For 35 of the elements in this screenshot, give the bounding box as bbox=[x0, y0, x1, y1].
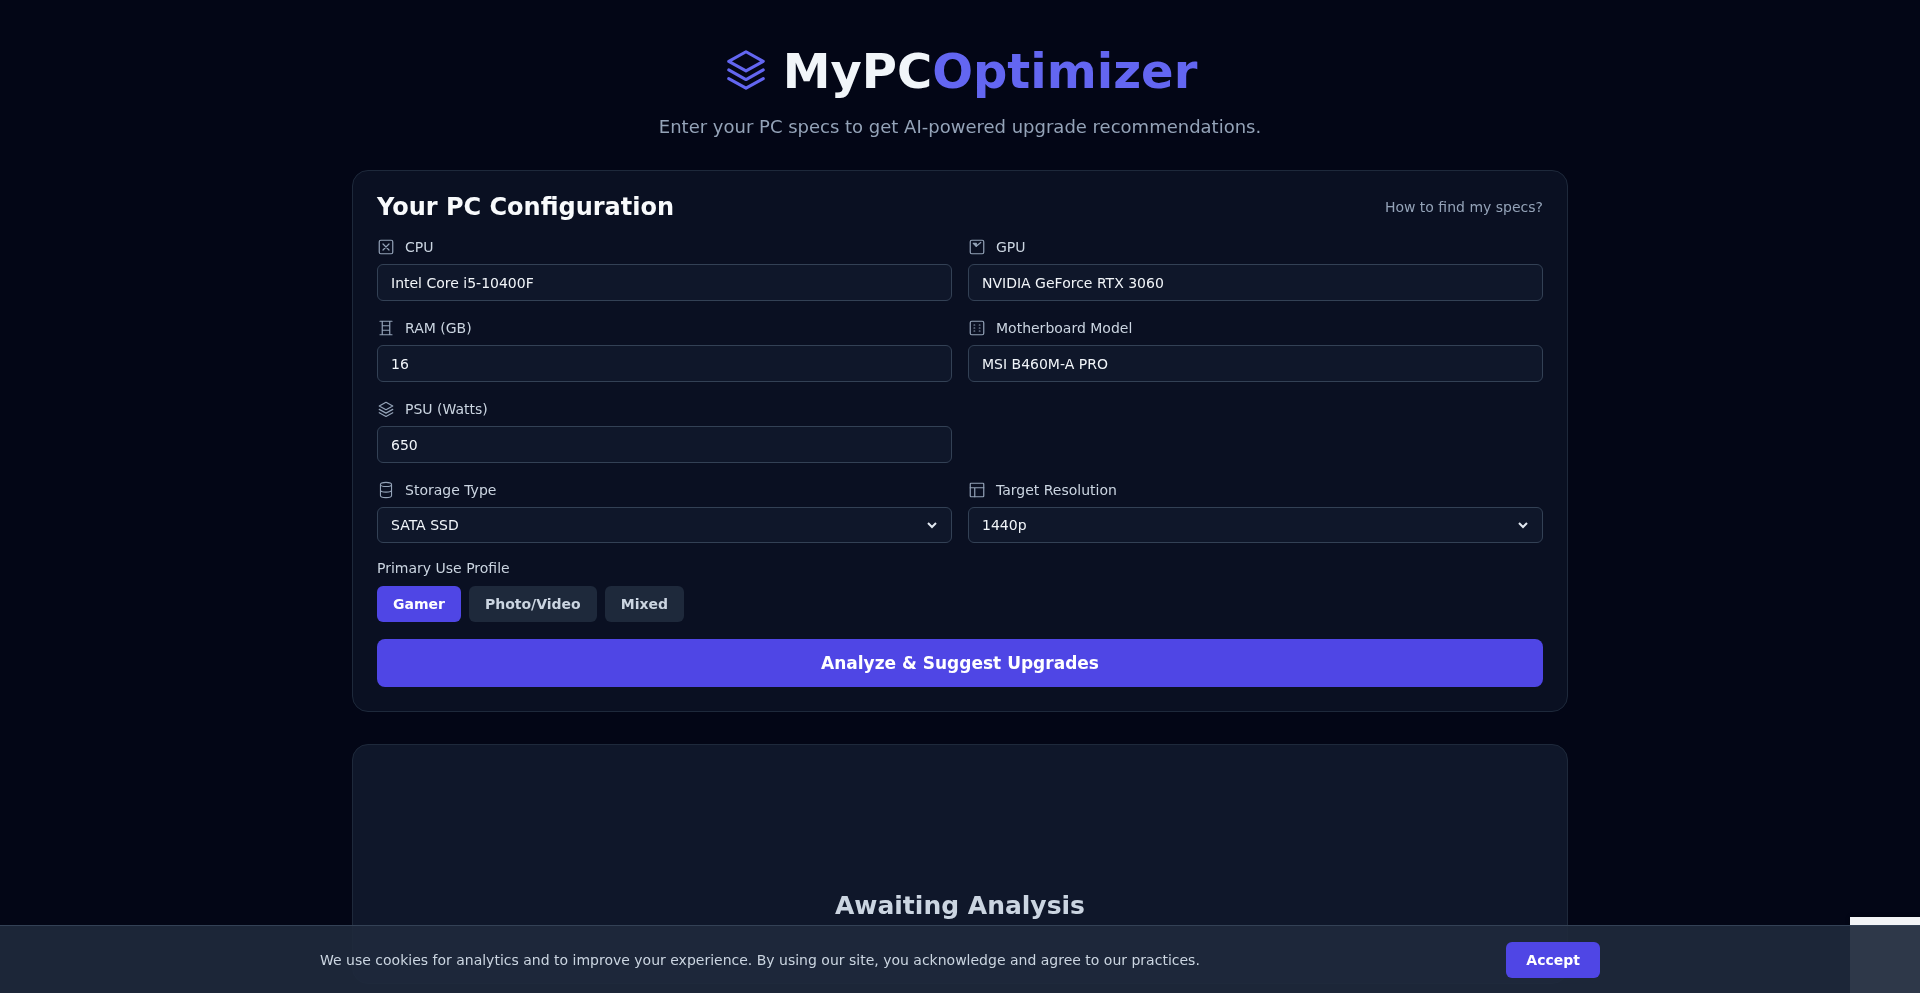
chevron-down-icon bbox=[1517, 519, 1529, 531]
profile-option[interactable]: Photo/Video bbox=[468, 586, 597, 622]
text-field[interactable]: NVIDIA GeForce RTX 3060 bbox=[968, 264, 1543, 301]
text-field[interactable]: MSI B460M-A PRO bbox=[968, 345, 1543, 382]
field-label: Target Resolution bbox=[996, 482, 1117, 498]
subtitle: Enter your PC specs to get AI-powered upgrade recommendations. bbox=[658, 116, 1262, 137]
card-title: Your PC Configuration bbox=[377, 192, 675, 223]
field-label: PSU (Watts) bbox=[405, 401, 488, 417]
field-label: RAM (GB) bbox=[405, 320, 472, 336]
profile-option[interactable]: Mixed bbox=[604, 586, 684, 622]
memory-icon bbox=[377, 319, 395, 337]
gpu-icon bbox=[968, 238, 986, 256]
field-label: Storage Type bbox=[405, 482, 497, 498]
text-field[interactable]: Intel Core i5-10400F bbox=[377, 264, 952, 301]
profile-label: Primary Use Profile bbox=[377, 560, 510, 576]
help-link[interactable]: How to find my specs? bbox=[1384, 199, 1543, 215]
cpu-icon bbox=[377, 238, 395, 256]
layers-icon bbox=[377, 400, 395, 418]
profile-option[interactable]: Gamer bbox=[377, 586, 461, 622]
text-field[interactable]: 16 bbox=[377, 345, 952, 382]
circuit-board-icon bbox=[968, 319, 986, 337]
chevron-down-icon bbox=[926, 519, 938, 531]
field-label: Motherboard Model bbox=[996, 320, 1133, 336]
dropdown-field[interactable]: 1440p bbox=[968, 507, 1543, 543]
cookie-notice-text: We use cookies for analytics and to improve your experience. By using our site, you acknowledge and agree to our practices. bbox=[320, 951, 1200, 968]
field-label: GPU bbox=[996, 239, 1026, 255]
field-label: CPU bbox=[405, 239, 434, 255]
text-field[interactable]: 650 bbox=[377, 426, 952, 463]
dropdown-field[interactable]: SATA SSD bbox=[377, 507, 952, 543]
layout-icon bbox=[968, 481, 986, 499]
app-title: MyPCOptimizer bbox=[782, 42, 1198, 100]
results-status-title: Awaiting Analysis bbox=[834, 891, 1086, 920]
analyze-button[interactable]: Analyze & Suggest Upgrades bbox=[377, 639, 1543, 687]
database-icon bbox=[377, 481, 395, 499]
accept-button[interactable]: Accept bbox=[1506, 941, 1600, 978]
